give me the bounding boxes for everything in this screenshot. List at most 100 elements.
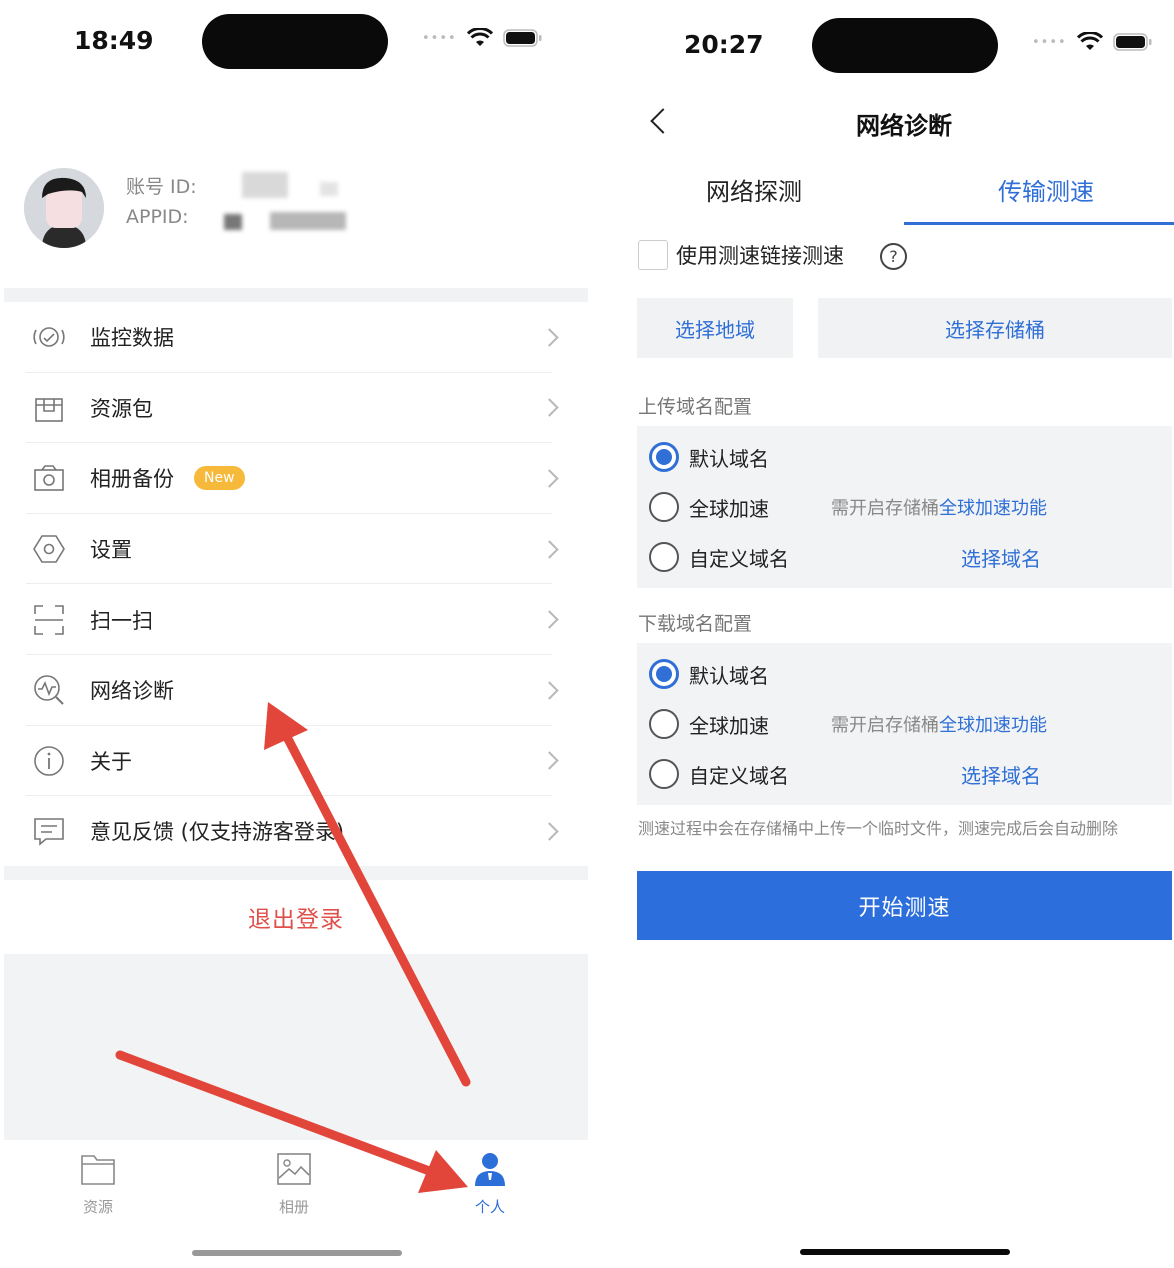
upload-option-default[interactable]: 默认域名 bbox=[649, 437, 1169, 477]
chevron-right-icon bbox=[540, 398, 559, 418]
menu-item-label: 网络诊断 bbox=[90, 679, 174, 704]
network-diagnosis-icon bbox=[32, 673, 66, 707]
wifi-icon bbox=[466, 28, 493, 46]
option-label: 默认域名 bbox=[689, 446, 769, 471]
tab-label: 个人 bbox=[474, 1198, 505, 1216]
battery-icon bbox=[502, 29, 542, 47]
radio-selected[interactable] bbox=[649, 442, 679, 472]
tab-personal[interactable]: 个人 bbox=[440, 1152, 540, 1217]
chevron-right-icon bbox=[540, 751, 559, 771]
option-label: 全球加速 bbox=[689, 713, 769, 738]
upload-domain-options: 默认域名 全球加速 需开启存储桶全球加速功能 自定义域名 选择域名 bbox=[637, 426, 1172, 588]
dynamic-island bbox=[812, 18, 998, 73]
option-label: 默认域名 bbox=[689, 663, 769, 688]
section-separator bbox=[4, 288, 588, 302]
home-indicator bbox=[192, 1250, 402, 1256]
download-domain-title: 下载域名配置 bbox=[638, 613, 753, 635]
menu-item-settings[interactable]: 设置 bbox=[4, 514, 588, 585]
camera-icon bbox=[32, 461, 66, 495]
speed-link-checkbox[interactable] bbox=[638, 240, 668, 270]
menu-item-label: 意见反馈 (仅支持游客登录) bbox=[90, 820, 345, 845]
status-time: 20:27 bbox=[684, 30, 764, 59]
start-speed-test-button[interactable]: 开始测速 bbox=[637, 871, 1172, 940]
profile-header: 账号 ID: APPID: bbox=[0, 150, 590, 290]
left-phone-screen: 18:49 •••• 账号 ID: APPID: 监控数据 资源包 相册备份 N… bbox=[0, 0, 590, 1268]
avatar[interactable] bbox=[24, 168, 104, 248]
download-option-default[interactable]: 默认域名 bbox=[649, 654, 1169, 694]
menu-item-network-diagnosis[interactable]: 网络诊断 bbox=[4, 655, 588, 726]
wifi-icon bbox=[1076, 32, 1103, 50]
tab-label: 相册 bbox=[278, 1198, 309, 1216]
download-option-global-acceleration[interactable]: 全球加速 需开启存储桶全球加速功能 bbox=[649, 704, 1169, 744]
help-question-icon[interactable]: ? bbox=[880, 243, 907, 270]
status-icons: •••• bbox=[422, 28, 543, 48]
radio-unselected[interactable] bbox=[649, 759, 679, 789]
radio-unselected[interactable] bbox=[649, 492, 679, 522]
menu-item-label: 监控数据 bbox=[90, 326, 174, 351]
menu-item-label: 关于 bbox=[90, 749, 132, 774]
download-option-custom-domain[interactable]: 自定义域名 选择域名 bbox=[649, 754, 1169, 794]
menu-item-label: 扫一扫 bbox=[90, 608, 153, 633]
dynamic-island bbox=[202, 14, 388, 69]
global-acceleration-link[interactable]: 全球加速功能 bbox=[939, 715, 1047, 736]
bottom-tab-bar: 资源 相册 个人 bbox=[4, 1140, 588, 1268]
option-label: 自定义域名 bbox=[689, 546, 789, 571]
account-id-value-redacted bbox=[242, 172, 288, 198]
menu-item-label: 资源包 bbox=[90, 396, 153, 421]
appid-label: APPID: bbox=[126, 206, 189, 228]
download-domain-options: 默认域名 全球加速 需开启存储桶全球加速功能 自定义域名 选择域名 bbox=[637, 643, 1172, 805]
tab-network-probe[interactable]: 网络探测 bbox=[706, 172, 802, 207]
radio-unselected[interactable] bbox=[649, 542, 679, 572]
upload-domain-title: 上传域名配置 bbox=[638, 396, 753, 418]
speed-test-notice: 测速过程中会在存储桶中上传一个临时文件，测速完成后会自动删除 bbox=[638, 819, 1119, 838]
logout-section: 退出登录 bbox=[4, 866, 588, 1140]
option-note: 需开启存储桶全球加速功能 bbox=[831, 711, 1047, 737]
chevron-right-icon bbox=[540, 469, 559, 488]
avatar-face-icon bbox=[24, 168, 104, 248]
page-title: 网络诊断 bbox=[856, 112, 952, 140]
image-icon bbox=[277, 1153, 311, 1185]
option-label: 全球加速 bbox=[689, 496, 769, 521]
menu-item-label: 设置 bbox=[90, 538, 132, 563]
status-time: 18:49 bbox=[74, 26, 154, 55]
upload-option-custom-domain[interactable]: 自定义域名 选择域名 bbox=[649, 537, 1169, 577]
hexagon-settings-icon bbox=[32, 532, 66, 566]
select-region-button[interactable]: 选择地域 bbox=[637, 298, 793, 358]
tab-resources[interactable]: 资源 bbox=[48, 1152, 148, 1217]
menu-item-scan[interactable]: 扫一扫 bbox=[4, 584, 588, 655]
select-domain-link[interactable]: 选择域名 bbox=[961, 543, 1041, 572]
battery-icon bbox=[1112, 33, 1152, 51]
account-id-label: 账号 ID: bbox=[126, 176, 197, 198]
menu-item-label: 相册备份 bbox=[90, 467, 174, 492]
chevron-right-icon bbox=[540, 610, 559, 629]
menu-item-resource-package[interactable]: 资源包 bbox=[4, 373, 588, 444]
active-tab-underline bbox=[904, 222, 1174, 225]
select-domain-link[interactable]: 选择域名 bbox=[961, 760, 1041, 789]
note-text: 需开启存储桶 bbox=[831, 498, 939, 519]
chevron-right-icon bbox=[540, 328, 559, 347]
menu-item-monitor[interactable]: 监控数据 bbox=[4, 302, 588, 373]
signal-dots-icon: •••• bbox=[1032, 34, 1067, 50]
chevron-right-icon bbox=[540, 539, 559, 559]
menu-item-album-backup[interactable]: 相册备份 New bbox=[4, 443, 588, 514]
person-icon bbox=[475, 1153, 505, 1186]
chevron-right-icon bbox=[540, 822, 559, 841]
appid-value-redacted-2 bbox=[270, 212, 346, 230]
radio-selected[interactable] bbox=[649, 659, 679, 689]
tab-label: 资源 bbox=[82, 1198, 113, 1216]
select-bucket-button[interactable]: 选择存储桶 bbox=[818, 298, 1172, 358]
monitor-gauge-icon bbox=[32, 320, 66, 354]
tab-transfer-speed[interactable]: 传输测速 bbox=[998, 172, 1094, 207]
feedback-icon bbox=[32, 814, 66, 848]
tab-album[interactable]: 相册 bbox=[244, 1152, 344, 1217]
upload-option-global-acceleration[interactable]: 全球加速 需开启存储桶全球加速功能 bbox=[649, 487, 1169, 527]
menu-item-feedback[interactable]: 意见反馈 (仅支持游客登录) bbox=[4, 796, 588, 867]
chevron-right-icon bbox=[540, 681, 559, 700]
menu-item-about[interactable]: 关于 bbox=[4, 726, 588, 797]
radio-unselected[interactable] bbox=[649, 709, 679, 739]
global-acceleration-link[interactable]: 全球加速功能 bbox=[939, 498, 1047, 519]
new-badge: New bbox=[194, 466, 245, 491]
signal-dots-icon: •••• bbox=[422, 30, 457, 46]
logout-button[interactable]: 退出登录 bbox=[4, 880, 588, 954]
option-note: 需开启存储桶全球加速功能 bbox=[831, 494, 1047, 520]
